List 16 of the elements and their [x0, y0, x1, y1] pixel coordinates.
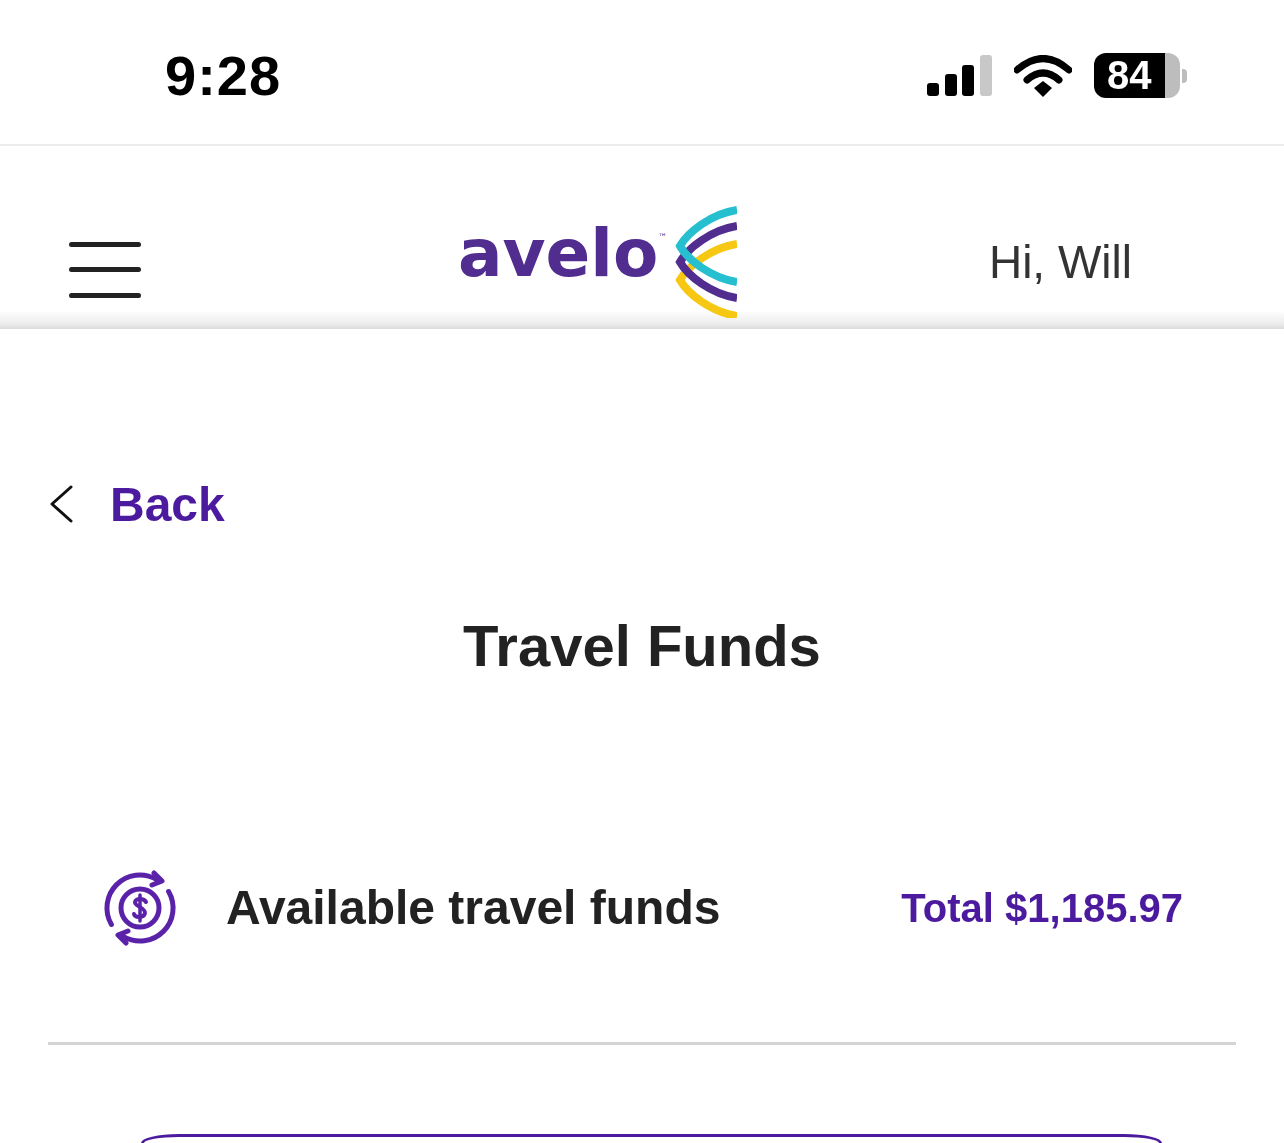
battery-indicator: 84: [1094, 53, 1187, 99]
back-link[interactable]: Back: [48, 474, 225, 534]
logo-chevrons-icon: [675, 206, 738, 319]
chevron-left-icon: [48, 485, 74, 523]
status-time: 9:28: [165, 43, 282, 109]
signal-icon: [927, 55, 992, 97]
logo-wordmark: avelo: [458, 218, 659, 291]
wifi-icon: [1014, 54, 1072, 97]
menu-icon[interactable]: [69, 242, 141, 299]
funds-total: Total $1,185.97: [901, 885, 1183, 932]
user-greeting: Hi, Will: [988, 235, 1132, 291]
funds-label: Available travel funds: [226, 880, 721, 936]
dollar-cycle-icon: [102, 870, 178, 946]
outlined-button[interactable]: [141, 1134, 1162, 1143]
trademark-sign: ™: [658, 232, 668, 243]
page-title: Travel Funds: [463, 612, 821, 680]
